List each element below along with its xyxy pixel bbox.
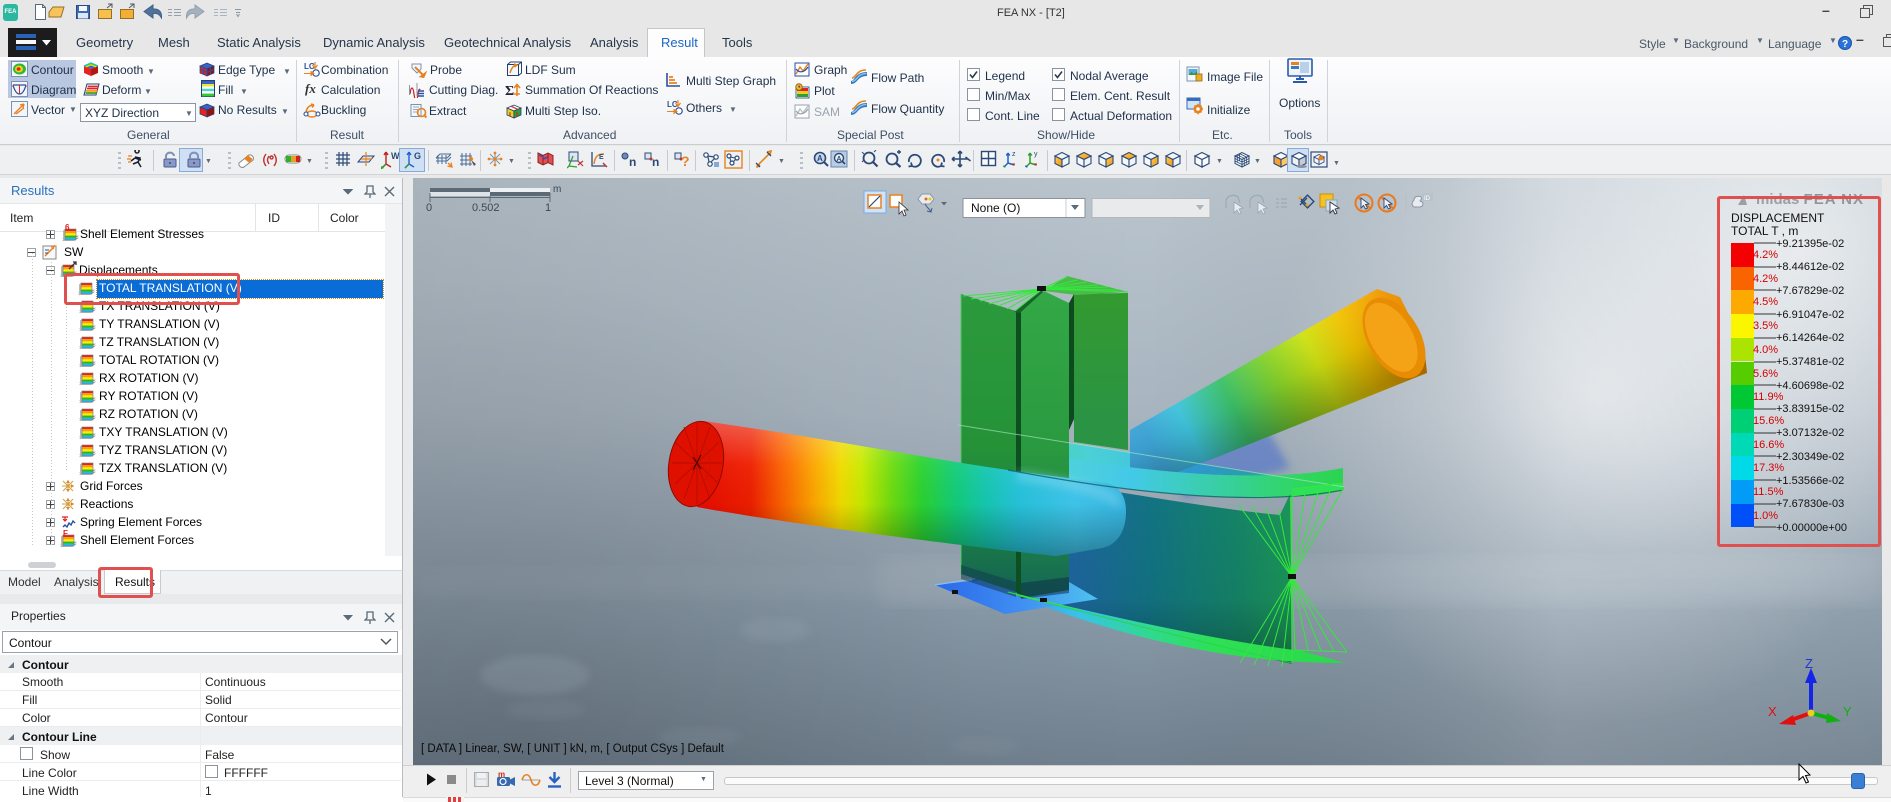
svg-text:Y: Y [1843, 704, 1852, 719]
svg-text:1: 1 [545, 202, 551, 214]
svg-text:[ DATA ] Linear, SW, [ UNI: [ DATA ] Linear, SW, [ UNIT ] kN, m, [ O… [421, 743, 725, 755]
svg-text:A: A [837, 156, 842, 163]
svg-text:ID: ID [1424, 196, 1431, 202]
svg-text:Σ: Σ [505, 84, 514, 98]
svg-text:0.502: 0.502 [472, 202, 500, 214]
svg-text:E: E [599, 154, 604, 161]
svg-text:None (O): None (O) [971, 201, 1020, 215]
svg-text:n: n [652, 155, 659, 169]
svg-text:0: 0 [426, 202, 432, 214]
svg-text:m: m [553, 184, 561, 195]
svg-text:G: G [414, 151, 421, 161]
svg-text:?: ? [681, 153, 690, 169]
svg-text:Z: Z [1805, 656, 1813, 671]
svg-text:X: X [1768, 704, 1777, 719]
svg-text:z: z [1012, 151, 1016, 158]
svg-text:A: A [817, 154, 823, 163]
svg-text:?: ? [1842, 39, 1848, 50]
svg-text:y: y [1034, 151, 1038, 158]
svg-text:n: n [629, 155, 636, 169]
